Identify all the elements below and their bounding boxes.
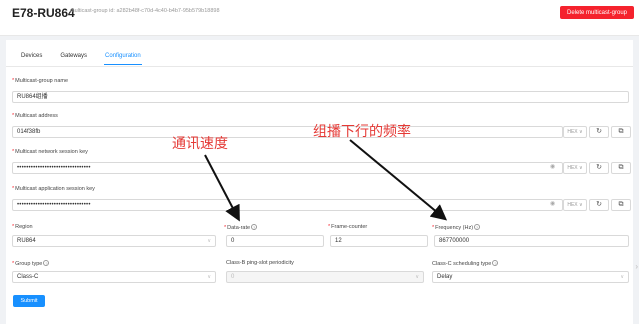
annotation-frequency: 组播下行的频率 <box>313 124 411 140</box>
frame-counter-label: *Frame-counter <box>328 224 368 230</box>
multicast-group-id: multicast-group id: a282b48f-c70d-4c40-b… <box>70 8 220 14</box>
address-label: *Multicast address <box>12 113 58 119</box>
page-title: E78-RU864 <box>12 6 75 20</box>
group-type-label: *Group type? <box>12 260 50 267</box>
address-input[interactable]: 014f38fb <box>12 126 563 138</box>
app-key-input[interactable]: •••••••••••••••••••••••••••••••• <box>12 199 563 211</box>
annotation-data-rate: 通讯速度 <box>172 136 228 152</box>
tab-devices[interactable]: Devices <box>12 49 51 65</box>
submit-button[interactable]: Submit <box>13 295 45 307</box>
tab-divider <box>6 66 633 67</box>
tab-bar: Devices Gateways Configuration <box>12 49 150 65</box>
copy-icon[interactable]: ⧉ <box>611 199 631 211</box>
data-rate-label: *Data-rate? <box>224 224 258 231</box>
region-select[interactable]: RU864 ∨ <box>12 235 216 247</box>
configuration-card: Devices Gateways Configuration *Multicas… <box>6 40 633 324</box>
app-key-format-select[interactable]: HEX ∨ <box>563 199 587 211</box>
question-icon[interactable]: ? <box>43 260 50 266</box>
ping-slot-label: Class-B ping-slot periodicity <box>226 260 294 266</box>
question-icon[interactable]: ? <box>474 224 481 230</box>
nwk-key-format-select[interactable]: HEX ∨ <box>563 162 587 174</box>
refresh-icon[interactable]: ↻ <box>589 126 609 138</box>
nwk-key-input[interactable]: •••••••••••••••••••••••••••••••• <box>12 162 563 174</box>
refresh-icon[interactable]: ↻ <box>589 162 609 174</box>
delete-multicast-group-button[interactable]: Delete multicast-group <box>560 6 634 19</box>
frame-counter-input[interactable]: 12 <box>330 235 428 247</box>
chevron-down-icon: ∨ <box>415 274 419 280</box>
tab-gateways[interactable]: Gateways <box>51 49 96 65</box>
copy-icon[interactable]: ⧉ <box>611 162 631 174</box>
class-c-label: Class-C scheduling type? <box>432 260 499 267</box>
name-input[interactable]: RU864组播 <box>12 91 629 103</box>
frequency-input[interactable]: 867700000 <box>434 235 629 247</box>
chevron-down-icon: ∨ <box>620 274 624 280</box>
eye-icon[interactable]: ◉ <box>550 200 555 207</box>
eye-icon[interactable]: ◉ <box>550 163 555 170</box>
question-icon[interactable]: ? <box>251 224 258 230</box>
copy-icon[interactable]: ⧉ <box>611 126 631 138</box>
refresh-icon[interactable]: ↻ <box>589 199 609 211</box>
data-rate-input[interactable]: 0 <box>226 235 324 247</box>
chevron-down-icon: ∨ <box>207 238 211 244</box>
nwk-key-label: *Multicast network session key <box>12 149 88 155</box>
region-label: *Region <box>12 224 33 230</box>
frequency-label: *Frequency (Hz)? <box>432 224 481 231</box>
app-key-label: *Multicast application session key <box>12 186 95 192</box>
page-header: E78-RU864 multicast-group id: a282b48f-c… <box>0 0 639 36</box>
class-c-select[interactable]: Delay ∨ <box>432 271 629 283</box>
group-type-select[interactable]: Class-C ∨ <box>12 271 216 283</box>
tab-configuration[interactable]: Configuration <box>96 49 150 65</box>
question-icon[interactable]: ? <box>492 260 499 266</box>
address-format-select[interactable]: HEX ∨ <box>563 126 587 138</box>
name-label: *Multicast-group name <box>12 78 69 84</box>
chevron-down-icon: ∨ <box>207 274 211 280</box>
chevron-right-icon: › <box>635 262 638 271</box>
ping-slot-select: 0 ∨ <box>226 271 424 283</box>
